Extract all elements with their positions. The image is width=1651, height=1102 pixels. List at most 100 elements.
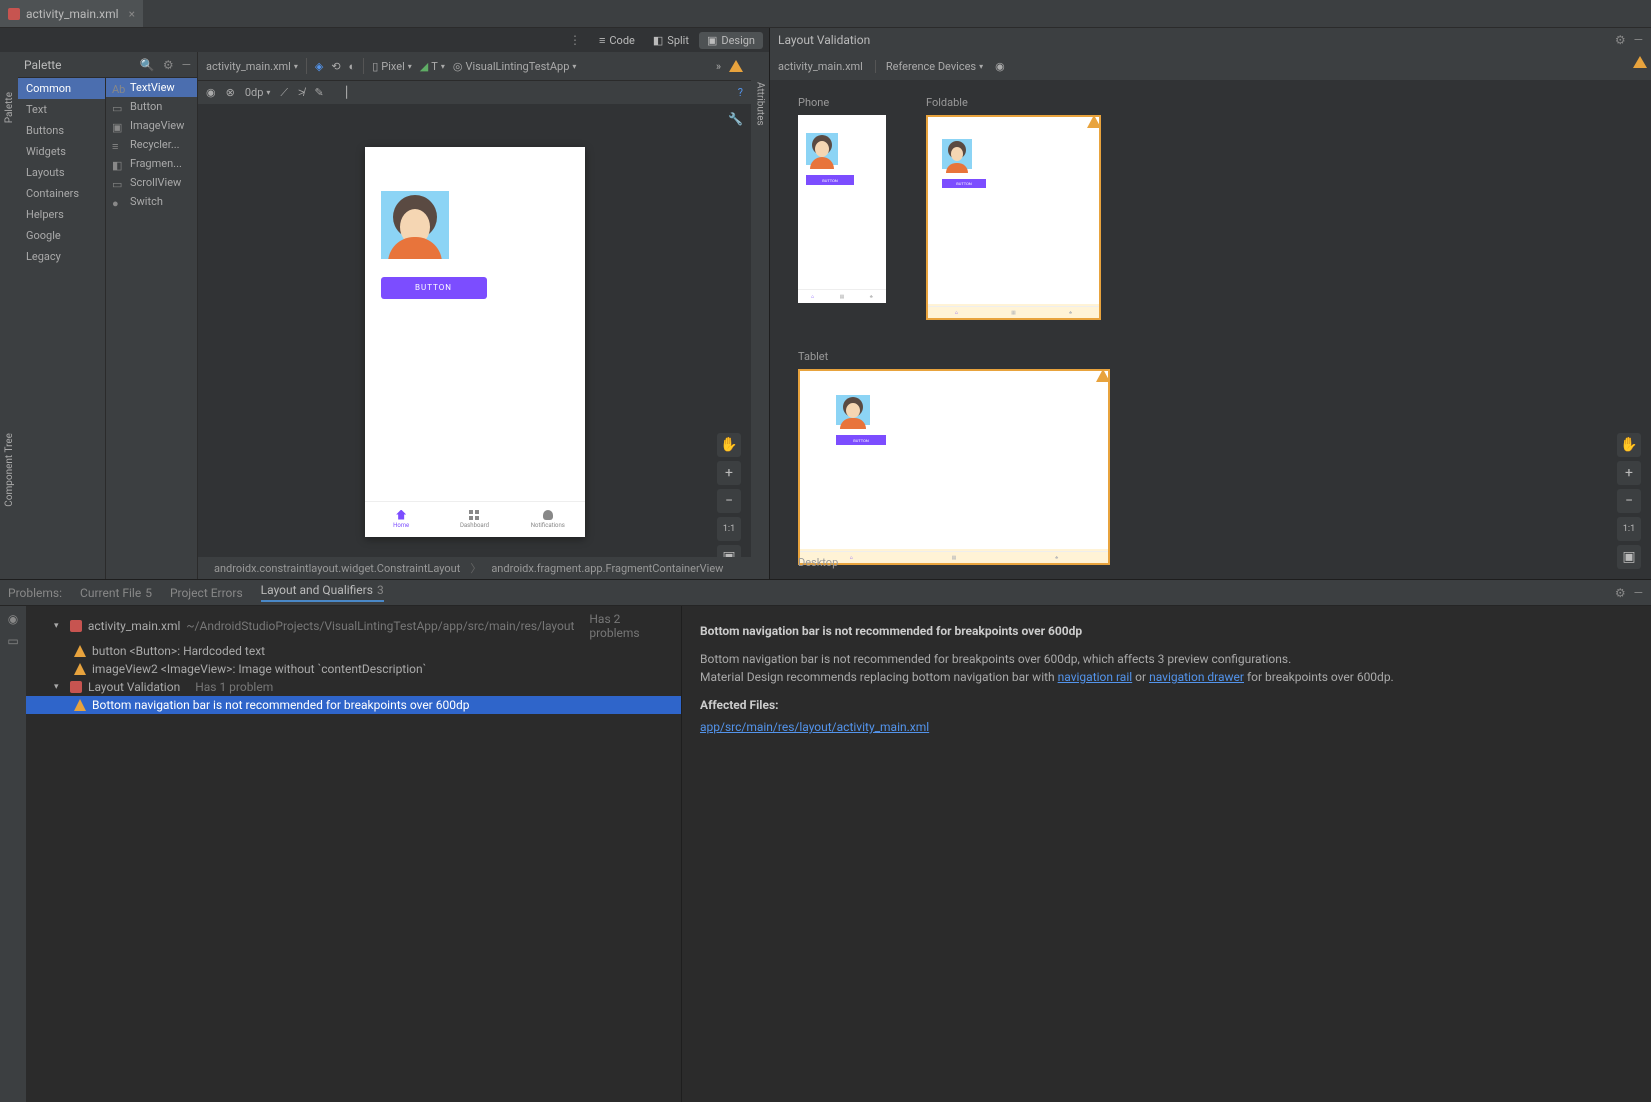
palette-item-scrollview[interactable]: ▭ScrollView <box>106 173 197 192</box>
toolbar-overflow-icon[interactable]: » <box>716 60 721 73</box>
tree-issue-2[interactable]: imageView2 <ImageView>: Image without `c… <box>26 660 681 678</box>
subbar-eye-icon[interactable]: ◉ <box>206 86 216 99</box>
palette-item-button[interactable]: ▭Button <box>106 97 197 116</box>
validation-pan-button[interactable]: ✋ <box>1617 433 1641 457</box>
file-tab-activity-main[interactable]: activity_main.xml × <box>0 0 143 27</box>
problems-eye-icon[interactable]: ◉ <box>8 612 18 626</box>
detail-title: Bottom navigation bar is not recommended… <box>700 622 1633 640</box>
validation-zoom-reset-button[interactable]: 1:1 <box>1617 517 1641 541</box>
palette-strip-label[interactable]: Palette <box>4 92 15 123</box>
palette-item-imageview[interactable]: ▣ImageView <box>106 116 197 135</box>
palette-item-switch[interactable]: ●Switch <box>106 192 197 211</box>
dashboard-icon <box>469 510 479 520</box>
design-canvas[interactable]: 🔧 BUTTON Home Dashboard Notifications ⋰ <box>198 104 751 579</box>
palette-item-textview[interactable]: AbTextView <box>106 78 197 97</box>
validation-device-desktop-label: Desktop <box>798 556 838 569</box>
pan-button[interactable]: ✋ <box>717 433 741 457</box>
zoom-out-button[interactable]: − <box>717 489 741 513</box>
palette-cat-google[interactable]: Google <box>18 225 105 246</box>
preview-nav-home: Home <box>365 502 438 537</box>
toolbar-surface-icon[interactable]: ◈ <box>315 60 323 73</box>
validation-collapse-icon[interactable]: — <box>1634 33 1643 47</box>
code-icon: ≡ <box>599 34 605 47</box>
link-navigation-drawer[interactable]: navigation drawer <box>1149 670 1244 684</box>
view-mode-design[interactable]: ▣ Design <box>699 32 763 49</box>
palette-gear-icon[interactable]: ⚙ <box>163 58 174 72</box>
subbar-infer-icon[interactable]: ≯ <box>298 86 304 99</box>
validation-zoom-out-button[interactable]: − <box>1617 489 1641 513</box>
palette-cat-layouts[interactable]: Layouts <box>18 162 105 183</box>
view-mode-code[interactable]: ≡ Code <box>591 32 643 49</box>
validation-gear-icon[interactable]: ⚙ <box>1615 33 1626 47</box>
device-preview[interactable]: BUTTON Home Dashboard Notifications <box>365 147 585 537</box>
view-mode-split[interactable]: ◧ Split <box>645 32 697 49</box>
component-tree-strip-label[interactable]: Component Tree <box>4 433 15 507</box>
zoom-in-button[interactable]: + <box>717 461 741 485</box>
toolbar-device-dropdown[interactable]: ▯Pixel▾ <box>372 60 412 73</box>
tree-group-layout-validation[interactable]: ▾ Layout Validation Has 1 problem <box>26 678 681 696</box>
tree-issue-3[interactable]: Bottom navigation bar is not recommended… <box>26 696 681 714</box>
breadcrumb-item-1[interactable]: androidx.constraintlayout.widget.Constra… <box>214 562 460 575</box>
design-toolbar: activity_main.xml▾ ◈ ⟲ ◐ ▯Pixel▾ ◢T▾ ◎Vi… <box>198 52 751 80</box>
split-icon: ◧ <box>653 34 663 47</box>
palette-cat-widgets[interactable]: Widgets <box>18 141 105 162</box>
tree-file-node[interactable]: ▾ activity_main.xml ~/AndroidStudioProje… <box>26 610 681 642</box>
link-navigation-rail[interactable]: navigation rail <box>1058 670 1133 684</box>
close-tab-icon[interactable]: × <box>129 7 135 21</box>
palette-cat-legacy[interactable]: Legacy <box>18 246 105 267</box>
wrench-icon[interactable]: 🔧 <box>728 112 743 126</box>
problems-tab-layout-qualifiers[interactable]: Layout and Qualifiers 3 <box>261 583 384 602</box>
preview-avatar-image <box>381 191 449 259</box>
palette-cat-buttons[interactable]: Buttons <box>18 120 105 141</box>
editor-kebab-menu-icon[interactable]: ⋮ <box>561 33 589 47</box>
validation-zoom-fit-button[interactable]: ▣ <box>1617 545 1641 569</box>
palette-cat-containers[interactable]: Containers <box>18 183 105 204</box>
file-tab-label: activity_main.xml <box>26 7 119 21</box>
validation-device-tablet[interactable]: Tablet BUTTON ⌂▦♣ <box>798 350 1110 565</box>
problems-tab-project-errors[interactable]: Project Errors <box>170 586 243 600</box>
toolbar-warning-icon[interactable] <box>729 60 743 72</box>
palette-collapse-icon[interactable]: — <box>182 58 191 72</box>
validation-device-phone[interactable]: Phone BUTTON ⌂▦♣ <box>798 96 886 320</box>
subbar-clear-icon[interactable]: ⟋ <box>280 86 288 100</box>
warning-icon <box>74 699 86 711</box>
palette-cat-helpers[interactable]: Helpers <box>18 204 105 225</box>
subbar-wand-icon[interactable]: ✎ <box>315 86 324 99</box>
chevron-down-icon: ▾ <box>54 682 64 692</box>
detail-affected-title: Affected Files: <box>700 696 1633 714</box>
subbar-margin-dropdown[interactable]: 0dp▾ <box>245 86 271 99</box>
problems-collapse-icon[interactable]: — <box>1634 586 1643 600</box>
validation-device-foldable[interactable]: Foldable BUTTON ⌂▦♣ <box>926 96 1101 320</box>
link-affected-file[interactable]: app/src/main/res/layout/activity_main.xm… <box>700 720 929 734</box>
palette-cat-text[interactable]: Text <box>18 99 105 120</box>
attributes-strip-label[interactable]: Attributes <box>755 82 766 126</box>
zoom-reset-button[interactable]: 1:1 <box>717 517 741 541</box>
problems-gear-icon[interactable]: ⚙ <box>1615 586 1626 600</box>
tree-issue-1[interactable]: button <Button>: Hardcoded text <box>26 642 681 660</box>
palette-split: Common Text Buttons Widgets Layouts Cont… <box>18 78 197 579</box>
chevron-down-icon: ▾ <box>54 621 64 631</box>
palette-item-fragment[interactable]: ◧Fragmen... <box>106 154 197 173</box>
subbar-autoconnect-icon[interactable]: ⊗ <box>226 86 235 99</box>
component-breadcrumb: androidx.constraintlayout.widget.Constra… <box>198 557 751 579</box>
subbar-align-icon[interactable]: ⎮ <box>344 86 350 99</box>
validation-warning-icon[interactable] <box>1633 56 1647 68</box>
subbar-help-icon[interactable]: ? <box>738 86 743 99</box>
problems-rect-icon[interactable]: ▭ <box>7 634 18 648</box>
validation-selector-dropdown[interactable]: Reference Devices▾ <box>875 60 983 73</box>
toolbar-orientation-icon[interactable]: ⟲ <box>331 60 340 73</box>
toolbar-app-dropdown[interactable]: ◎VisualLintingTestApp▾ <box>453 60 577 73</box>
preview-button: BUTTON <box>381 277 487 299</box>
palette-cat-common[interactable]: Common <box>18 78 105 99</box>
phone-preview: BUTTON ⌂▦♣ <box>798 115 886 303</box>
breadcrumb-item-2[interactable]: androidx.fragment.app.FragmentContainerV… <box>491 562 723 575</box>
palette-item-recyclerview[interactable]: ≡Recycler... <box>106 135 197 154</box>
validation-preview-icon[interactable]: ◉ <box>995 60 1005 73</box>
toolbar-night-icon[interactable]: ◐ <box>349 60 356 73</box>
problems-tab-current-file[interactable]: Current File 5 <box>80 586 152 600</box>
toolbar-theme-dropdown[interactable]: ◢T▾ <box>420 60 445 73</box>
validation-zoom-in-button[interactable]: + <box>1617 461 1641 485</box>
toolbar-file-dropdown[interactable]: activity_main.xml▾ <box>206 60 298 73</box>
palette-search-icon[interactable]: 🔍 <box>140 58 155 72</box>
validation-body[interactable]: Phone BUTTON ⌂▦♣ Foldable BUTTON ⌂▦♣ <box>770 80 1651 579</box>
